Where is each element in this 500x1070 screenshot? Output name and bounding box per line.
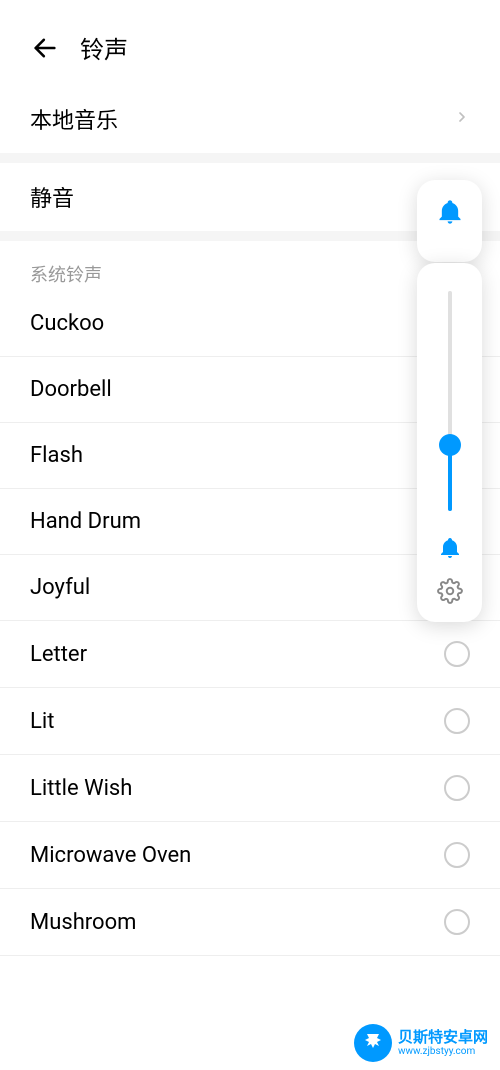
ringtone-item[interactable]: Little Wish <box>0 755 500 822</box>
ringtone-name: Joyful <box>30 575 90 600</box>
radio-button[interactable] <box>444 641 470 667</box>
ringtone-item[interactable]: Lit <box>0 688 500 755</box>
ringtone-name: Mushroom <box>30 910 136 935</box>
bell-icon[interactable] <box>436 198 464 226</box>
volume-slider[interactable] <box>448 291 452 511</box>
chevron-right-icon <box>454 109 470 129</box>
ringtone-item[interactable]: Mushroom <box>0 889 500 956</box>
header: 铃声 <box>0 0 500 85</box>
ringtone-name: Microwave Oven <box>30 843 191 868</box>
back-button[interactable] <box>30 33 60 63</box>
ringtone-name: Little Wish <box>30 776 132 801</box>
ringtone-item-partial: New World <box>0 956 500 976</box>
separator <box>0 153 500 163</box>
local-music-label: 本地音乐 <box>30 103 118 135</box>
local-music-row[interactable]: 本地音乐 <box>0 85 500 153</box>
ringtone-name: Letter <box>30 642 87 667</box>
bell-icon[interactable] <box>438 536 462 560</box>
ringtone-item[interactable]: Letter <box>0 621 500 688</box>
settings-button[interactable] <box>437 578 463 604</box>
volume-panel-top <box>417 180 482 262</box>
radio-button[interactable] <box>444 775 470 801</box>
radio-button[interactable] <box>444 708 470 734</box>
watermark-icon <box>354 1024 392 1062</box>
page-title: 铃声 <box>80 30 128 65</box>
radio-button[interactable] <box>444 842 470 868</box>
ringtone-name: Flash <box>30 443 83 468</box>
watermark: 贝斯特安卓网 www.zjbstyy.com <box>342 1016 500 1070</box>
watermark-text: 贝斯特安卓网 www.zjbstyy.com <box>398 1029 488 1057</box>
radio-button[interactable] <box>444 909 470 935</box>
silent-label: 静音 <box>30 181 74 213</box>
ringtone-name: Doorbell <box>30 377 112 402</box>
volume-thumb[interactable] <box>439 434 461 456</box>
ringtone-name: Hand Drum <box>30 509 141 534</box>
arrow-left-icon <box>31 34 59 62</box>
watermark-title: 贝斯特安卓网 <box>398 1029 488 1046</box>
ringtone-name: Lit <box>30 709 54 734</box>
ringtone-item[interactable]: Microwave Oven <box>0 822 500 889</box>
volume-slider-panel <box>417 263 482 622</box>
watermark-url: www.zjbstyy.com <box>398 1046 488 1057</box>
ringtone-name: Cuckoo <box>30 311 104 336</box>
